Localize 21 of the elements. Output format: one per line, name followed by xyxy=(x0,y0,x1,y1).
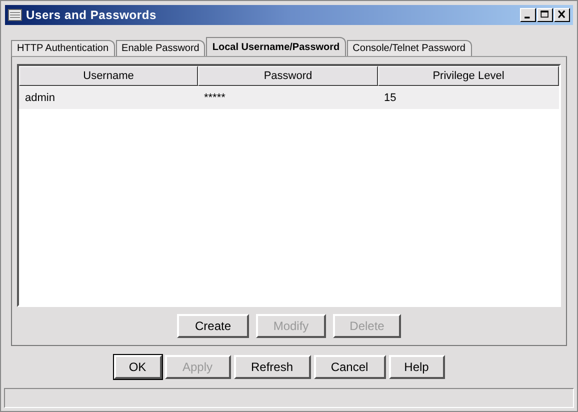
tab[interactable]: Enable Password xyxy=(116,40,206,56)
window-icon xyxy=(8,9,22,21)
table-cell-text: ***** xyxy=(203,90,226,106)
dialog-button[interactable]: OK xyxy=(114,355,162,379)
tab[interactable]: Local Username/Password xyxy=(206,37,346,56)
dialog-button[interactable]: Help xyxy=(388,355,444,379)
column-header[interactable]: Password xyxy=(198,66,378,86)
tab[interactable]: HTTP Authentication xyxy=(11,40,115,56)
minimize-icon[interactable] xyxy=(520,8,536,22)
column-header[interactable]: Privilege Level xyxy=(378,66,559,86)
close-icon[interactable] xyxy=(554,8,570,22)
window-title: Users and Passwords xyxy=(26,7,156,24)
table-cell-text: admin xyxy=(24,90,56,106)
column-header[interactable]: Username xyxy=(19,66,198,86)
dialog-button[interactable]: Create xyxy=(177,314,249,338)
maximize-icon[interactable] xyxy=(537,8,553,22)
dialog-button[interactable]: Cancel xyxy=(314,355,386,379)
tab[interactable]: Console/Telnet Password xyxy=(346,40,472,56)
table-cell-text: 15 xyxy=(383,90,398,106)
dialog-button[interactable]: Refresh xyxy=(234,355,310,379)
table-row[interactable]: admin ***** 15 xyxy=(19,87,559,109)
